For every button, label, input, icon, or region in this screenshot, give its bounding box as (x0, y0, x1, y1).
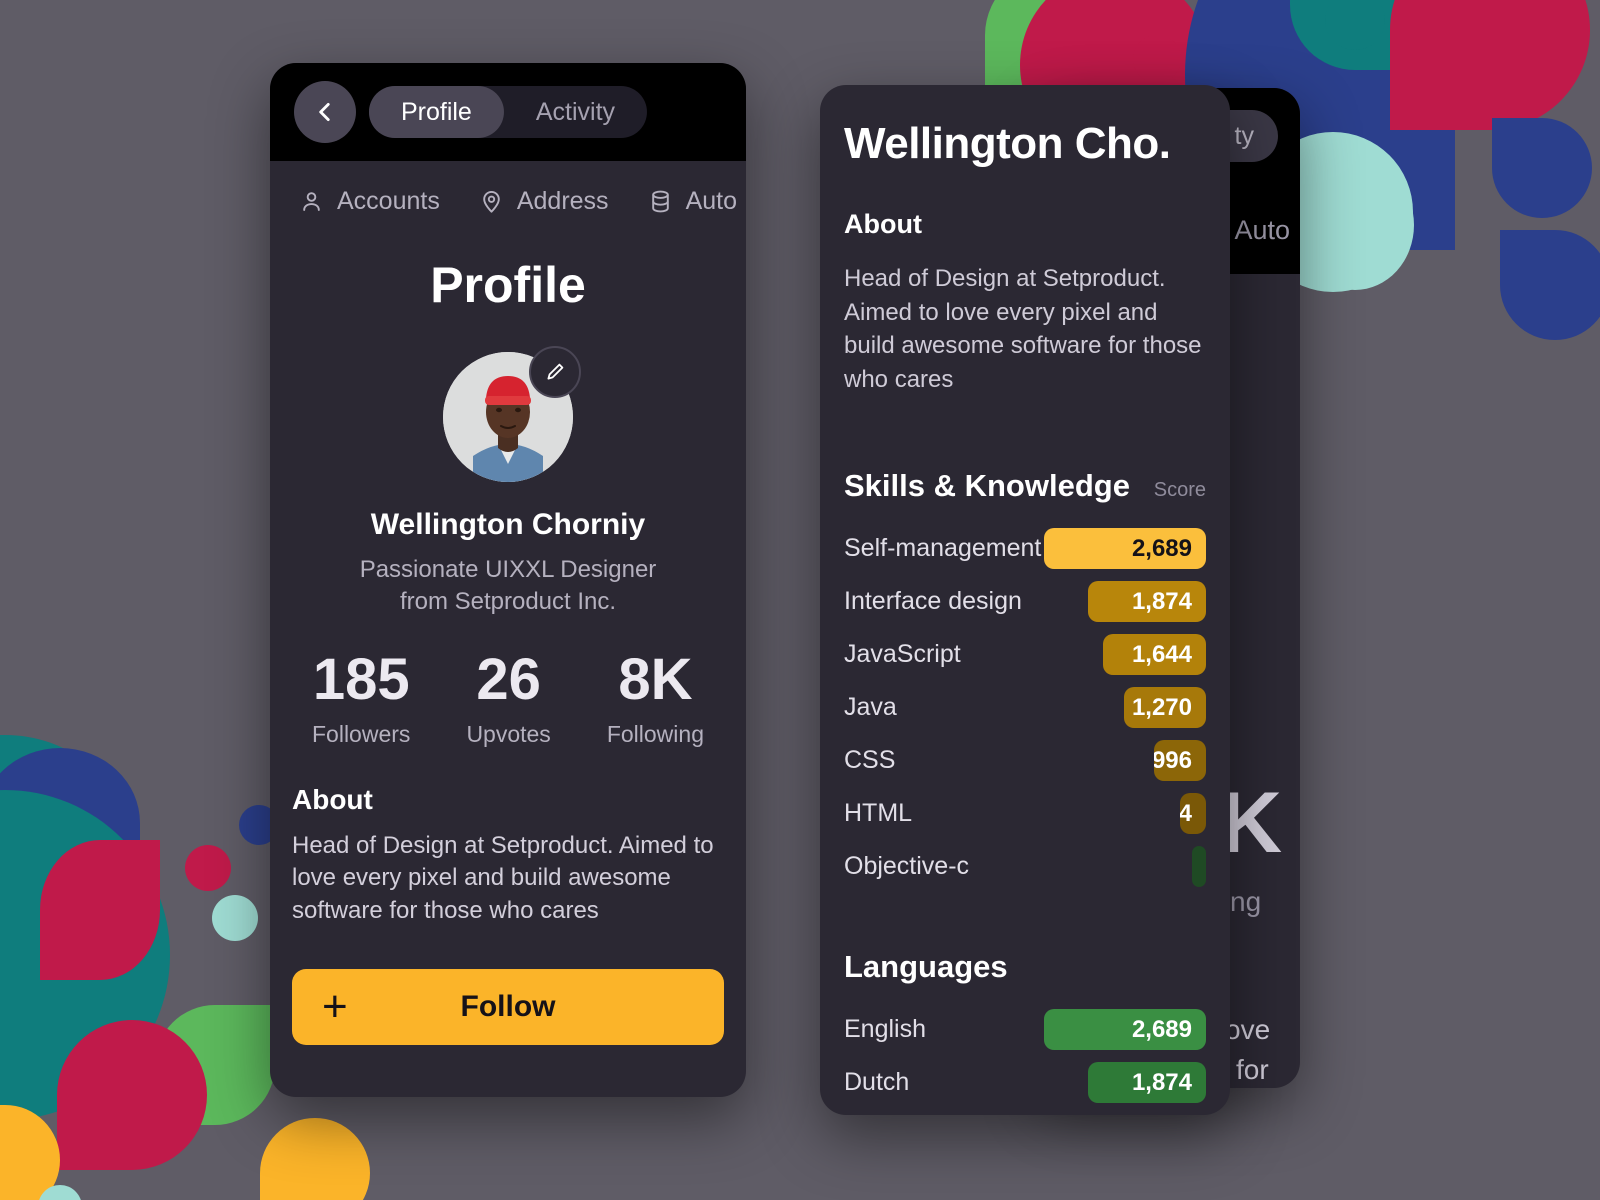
skill-row[interactable]: HTML 374 (844, 787, 1206, 840)
skill-bar: 1,874 (1088, 581, 1206, 623)
skill-row[interactable]: Objective-c 89 (844, 840, 1206, 893)
bg-shape-crimson-dot (1133, 35, 1181, 83)
skill-bar: 89 (1192, 846, 1206, 888)
back-card-about-line2: for (1236, 1054, 1269, 1085)
stat-upvotes[interactable]: 26 Upvotes (466, 646, 551, 748)
skill-bar: 2,689 (1044, 528, 1206, 570)
profile-tagline: Passionate UIXXL Designer from Setproduc… (270, 554, 746, 619)
decorative-background (0, 0, 1600, 1200)
skill-row[interactable]: CSS 996 (844, 734, 1206, 787)
avatar-wrapper (443, 346, 581, 482)
profile-name: Wellington Chorniy (370, 508, 646, 541)
skills-about-body: Head of Design at Setproduct. Aimed to l… (844, 265, 1202, 393)
profile-tabs: Profile Activity (368, 86, 648, 138)
screenshot-canvas: ty Auto K ng ove for Profile Activity Ac… (0, 0, 1600, 1200)
bg-shape-crimson-leaf (40, 840, 160, 980)
languages-heading: Languages (844, 949, 1008, 985)
nav-item-address[interactable]: Address (478, 187, 609, 216)
stat-upvotes-value: 26 (476, 646, 541, 712)
skills-card-inner: Wellington Cho. About Head of Design at … (820, 85, 1230, 1115)
profile-nav-row: Accounts Address Auto (270, 161, 746, 230)
skills-section-header: Skills & Knowledge Score (844, 468, 1206, 504)
follow-button-label: Follow (460, 989, 556, 1023)
skill-bar: 374 (1180, 793, 1206, 835)
skills-card-title: Wellington Cho. (844, 119, 1171, 168)
skills-heading: Skills & Knowledge (844, 468, 1130, 504)
edit-avatar-button[interactable] (529, 346, 581, 398)
skills-list: Self-management 2,689 Interface design 1,87… (844, 522, 1206, 893)
language-row[interactable]: English 2,689 (844, 1003, 1206, 1056)
nav-item-accounts[interactable]: Accounts (298, 187, 440, 216)
pencil-icon (547, 363, 564, 380)
language-label: English (844, 1015, 926, 1044)
nav-item-accounts-label: Accounts (337, 187, 440, 215)
bg-shape-crimson-drop-tr (1390, 0, 1590, 130)
stat-followers-value: 185 (312, 646, 410, 712)
bg-shape-crimson-drop-l (57, 1020, 207, 1170)
skill-row[interactable]: Interface design 1,874 (844, 575, 1206, 628)
skill-label: Interface design (844, 587, 1022, 616)
skill-label: Java (844, 693, 897, 722)
nav-item-auto[interactable]: Auto (647, 187, 737, 216)
language-row[interactable]: Chineese1,644 (844, 1109, 1206, 1115)
language-bar: 2,689 (1044, 1009, 1206, 1051)
skill-bar: 1,270 (1124, 687, 1206, 729)
skill-row[interactable]: Self-management 2,689 (844, 522, 1206, 575)
back-card-about-line1: ove (1225, 1014, 1271, 1045)
skill-label: CSS (844, 746, 896, 775)
stat-following-value: 8K (618, 646, 693, 712)
follow-button[interactable]: + Follow (292, 968, 724, 1045)
languages-list: English2,689Dutch1,874Chineese1,644Russi… (844, 1003, 1206, 1115)
bg-shape-amber-l2 (260, 1118, 370, 1200)
skills-about-heading: About (844, 209, 922, 239)
profile-toolbar: Profile Activity (270, 63, 746, 161)
profile-card: Profile Activity Accounts Address Auto P… (270, 63, 746, 1097)
skills-card: Wellington Cho. About Head of Design at … (820, 85, 1230, 1115)
bg-shape-navy-small (1492, 118, 1592, 218)
tab-activity[interactable]: Activity (504, 86, 647, 138)
back-button[interactable] (294, 81, 356, 143)
bg-shape-mint-big (1296, 160, 1414, 290)
tab-profile[interactable]: Profile (368, 86, 504, 138)
bg-shape-navy-right (1500, 230, 1600, 340)
skills-score-label: Score (1153, 479, 1206, 502)
chevron-left-icon (319, 103, 330, 121)
nav-item-auto-label: Auto (685, 187, 737, 215)
profile-stats: 185 Followers 26 Upvotes 8K Following (270, 646, 746, 748)
language-row[interactable]: Dutch 1,874 (844, 1056, 1206, 1109)
skill-bar: 996 (1154, 740, 1206, 782)
about-heading: About (292, 783, 373, 815)
profile-tagline-line1: Passionate UIXXL Designer (359, 556, 657, 583)
bg-shape-crimson-dot-l (185, 845, 231, 891)
skill-label: JavaScript (844, 640, 961, 669)
database-icon (651, 190, 669, 213)
bg-shape-mint-dot-l (212, 895, 258, 941)
stat-followers-label: Followers (312, 720, 411, 747)
language-label: Dutch (844, 1068, 910, 1097)
skill-label: Self-management (844, 534, 1042, 563)
skill-row[interactable]: JavaScript 1,644 (844, 628, 1206, 681)
skill-label: Objective-c (844, 852, 970, 881)
map-pin-icon (483, 191, 500, 213)
stat-following-label: Following (606, 720, 704, 747)
skill-row[interactable]: Java 1,270 (844, 681, 1206, 734)
plus-icon: + (322, 982, 348, 1032)
stat-followers[interactable]: 185 Followers (312, 646, 411, 748)
profile-tagline-line2: from Setproduct Inc. (399, 588, 617, 616)
back-card-stat-label: ng (1230, 886, 1262, 917)
skill-bar: 1,644 (1103, 634, 1206, 676)
skill-label: HTML (844, 799, 913, 828)
stat-following[interactable]: 8K Following (606, 646, 704, 748)
nav-item-address-label: Address (516, 187, 609, 215)
page-title: Profile (430, 257, 586, 313)
about-body: Head of Design at Setproduct. Aimed to l… (292, 831, 714, 924)
language-bar: 1,874 (1088, 1062, 1206, 1104)
person-icon (303, 192, 320, 211)
stat-upvotes-label: Upvotes (466, 720, 551, 747)
